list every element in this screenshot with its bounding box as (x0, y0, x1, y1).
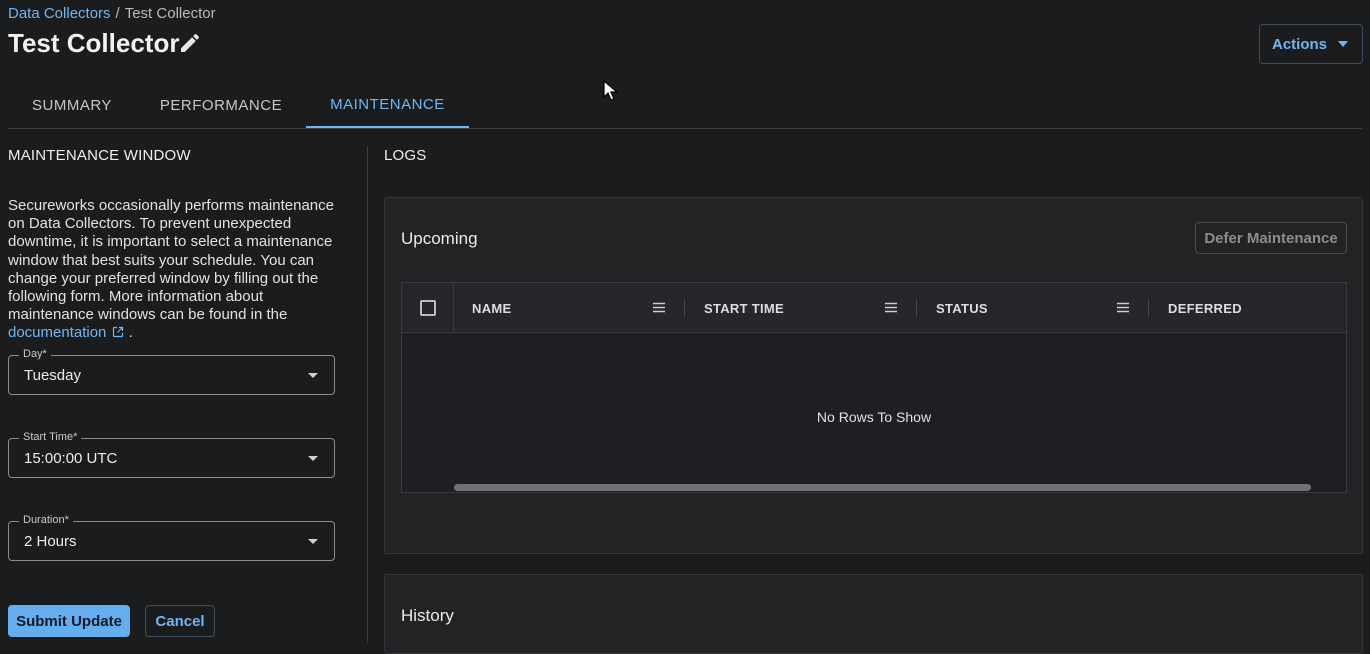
actions-button-label: Actions (1272, 35, 1328, 53)
breadcrumb-data-collectors-link[interactable]: Data Collectors (8, 5, 111, 22)
start-time-value: 15:00:00 UTC (24, 450, 118, 467)
column-menu-icon[interactable] (1117, 302, 1129, 313)
day-label: Day* (19, 348, 51, 360)
history-panel: History (384, 574, 1363, 654)
column-separator[interactable] (684, 299, 685, 317)
documentation-link-label: documentation (8, 324, 107, 342)
caret-down-icon (308, 456, 318, 461)
maintenance-window-title: MAINTENANCE WINDOW (8, 147, 191, 164)
actions-button[interactable]: Actions (1259, 24, 1363, 64)
cancel-button[interactable]: Cancel (145, 605, 215, 637)
horizontal-scrollbar[interactable] (454, 484, 1311, 491)
upcoming-panel: Upcoming Defer Maintenance NAME START TI… (384, 197, 1363, 554)
description-end: . (128, 324, 133, 342)
column-header-name[interactable]: NAME (472, 283, 511, 333)
breadcrumb-separator: / (115, 5, 120, 22)
tab-bar: SUMMARY PERFORMANCE MAINTENANCE (8, 82, 469, 128)
breadcrumb: Data Collectors / Test Collector (8, 5, 216, 22)
column-header-start-time[interactable]: START TIME (704, 283, 784, 333)
start-time-select[interactable]: Start Time* 15:00:00 UTC (8, 431, 335, 478)
table-header: NAME START TIME STATUS DEFERRED (402, 283, 1346, 333)
upcoming-table: NAME START TIME STATUS DEFERRED No Rows … (401, 282, 1347, 493)
column-menu-icon[interactable] (653, 302, 665, 313)
column-separator[interactable] (1148, 299, 1149, 317)
column-menu-icon[interactable] (885, 302, 897, 313)
column-separator[interactable] (916, 299, 917, 317)
tab-maintenance[interactable]: MAINTENANCE (306, 82, 469, 128)
empty-table-message: No Rows To Show (816, 409, 932, 425)
duration-select[interactable]: Duration* 2 Hours (8, 514, 335, 561)
defer-maintenance-button[interactable]: Defer Maintenance (1195, 222, 1347, 254)
day-value: Tuesday (24, 367, 81, 384)
select-all-checkbox[interactable] (420, 300, 436, 316)
pencil-icon[interactable] (178, 31, 202, 55)
column-header-deferred[interactable]: DEFERRED (1168, 283, 1242, 333)
upcoming-title: Upcoming (401, 229, 478, 248)
caret-down-icon (308, 539, 318, 544)
breadcrumb-current: Test Collector (124, 5, 216, 22)
submit-update-button[interactable]: Submit Update (8, 605, 130, 637)
page-title: Test Collector (8, 28, 180, 58)
logs-title: LOGS (384, 147, 427, 164)
tabs-divider (8, 128, 1362, 129)
description-text: Secureworks occasionally performs mainte… (8, 197, 334, 324)
history-title: History (401, 606, 454, 625)
select-all-cell (402, 283, 454, 333)
day-select[interactable]: Day* Tuesday (8, 348, 335, 395)
column-divider (367, 146, 368, 643)
caret-down-icon (308, 373, 318, 378)
maintenance-window-description: Secureworks occasionally performs mainte… (8, 197, 338, 343)
start-time-label: Start Time* (19, 431, 82, 443)
column-header-status[interactable]: STATUS (936, 283, 988, 333)
mouse-cursor-icon (603, 79, 619, 102)
external-link-icon (113, 327, 124, 338)
tab-performance[interactable]: PERFORMANCE (136, 82, 306, 128)
caret-down-icon (1338, 41, 1348, 47)
tab-summary[interactable]: SUMMARY (8, 82, 136, 128)
documentation-link[interactable]: documentation (8, 324, 124, 341)
duration-label: Duration* (19, 514, 73, 526)
duration-value: 2 Hours (24, 533, 77, 550)
